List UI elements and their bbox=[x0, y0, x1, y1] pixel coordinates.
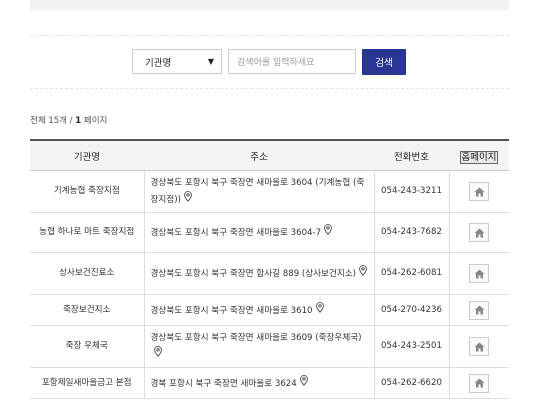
summary-prefix: 전체 15개 / bbox=[30, 116, 76, 126]
homepage-cell bbox=[449, 170, 509, 213]
facility-phone: 054-243-7682 bbox=[374, 212, 450, 253]
address-text: 경상북도 포항시 북구 죽장면 새마을로 3609 (죽장우체국) bbox=[150, 332, 362, 343]
facility-phone: 054-243-3211 bbox=[374, 170, 450, 213]
address-text: 경상북도 포항시 북구 죽장면 새마을로 3610 bbox=[150, 305, 313, 316]
table-row: 죽장보건지소 경상북도 포항시 북구 죽장면 새마을로 3610 054-270-4… bbox=[30, 294, 509, 326]
facility-phone: 054-243-2501 bbox=[374, 325, 450, 368]
divider bbox=[30, 88, 509, 89]
table-row: 상사보건진료소 경상북도 포항시 북구 죽장면 합사길 889 (상사보건지소) 0… bbox=[30, 252, 509, 295]
search-placeholder: 검색어를 입력하세요 bbox=[237, 58, 315, 68]
table-row: 농협 하나로 마트 죽장지점 경상북도 포항시 북구 죽장면 새마을로 3604-… bbox=[30, 212, 509, 253]
home-icon[interactable] bbox=[469, 337, 490, 356]
facility-address: 경상북도 포항시 북구 죽장면 새마을로 3609 (죽장우체국) bbox=[143, 325, 375, 368]
facility-address: 경상북도 포항시 북구 죽장면 새마을로 3610 bbox=[143, 294, 375, 326]
homepage-cell bbox=[449, 252, 509, 295]
facility-name: 농협 하나로 마트 죽장지점 bbox=[30, 212, 144, 253]
top-panel bbox=[30, 0, 509, 10]
facility-address: 경상북도 포항시 북구 죽장면 새마을로 3604-7 bbox=[143, 212, 375, 253]
result-summary: 전체 15개 / 1 페이지 bbox=[30, 114, 107, 126]
homepage-cell bbox=[449, 325, 509, 368]
search-input[interactable]: 검색어를 입력하세요 bbox=[228, 49, 356, 74]
chevron-down-icon: ▼ bbox=[207, 57, 214, 66]
home-icon[interactable] bbox=[469, 264, 490, 283]
home-icon[interactable] bbox=[469, 300, 490, 320]
facility-address: 경북 포항시 북구 죽장면 새마을로 3624 bbox=[143, 367, 375, 399]
facility-phone: 054-262-6620 bbox=[374, 367, 450, 399]
facility-table: 기관명 주소 전화번호 홈페이지 기계농협 죽장지점 경상북도 포항시 북구 죽장… bbox=[30, 139, 509, 399]
map-pin-icon[interactable] bbox=[299, 374, 308, 392]
facility-phone: 054-262-6081 bbox=[374, 252, 450, 295]
address-text: 경북 포항시 북구 죽장면 새마을로 3624 bbox=[150, 378, 297, 389]
search-button[interactable]: 검색 bbox=[362, 48, 406, 75]
homepage-cell bbox=[449, 367, 509, 399]
home-icon[interactable] bbox=[469, 373, 490, 393]
map-pin-icon[interactable] bbox=[315, 301, 324, 319]
address-text: 경상북도 포항시 북구 죽장면 새마을로 3604-7 bbox=[150, 228, 322, 238]
table-row: 포항제일새마을금고 본점 경북 포항시 북구 죽장면 새마을로 3624 054-2… bbox=[30, 367, 509, 399]
divider bbox=[30, 35, 509, 36]
facility-name: 기계농협 죽장지점 bbox=[30, 170, 144, 213]
table-row: 기계농협 죽장지점 경상북도 포항시 북구 죽장면 새마을로 3604 (기계농협… bbox=[30, 170, 509, 213]
facility-address: 경상북도 포항시 북구 죽장면 새마을로 3604 (기계농협 (죽장지점)) bbox=[143, 170, 375, 213]
header-homepage: 홈페이지 bbox=[449, 139, 509, 171]
header-address: 주소 bbox=[144, 139, 374, 171]
facility-name: 죽장 우체국 bbox=[30, 325, 144, 368]
map-pin-icon[interactable] bbox=[359, 265, 367, 282]
facility-name: 포항제일새마을금고 본점 bbox=[30, 367, 144, 399]
map-pin-icon[interactable] bbox=[153, 345, 162, 363]
address-text: 경상북도 포항시 북구 죽장면 새마을로 3604 (기계농협 (죽장지점)) bbox=[150, 177, 365, 205]
header-name: 기관명 bbox=[30, 139, 144, 171]
homepage-cell bbox=[449, 212, 509, 253]
header-homepage-label: 홈페이지 bbox=[459, 150, 499, 164]
address-text: 경상북도 포항시 북구 죽장면 합사길 889 (상사보건지소) bbox=[150, 269, 357, 279]
facility-name: 죽장보건지소 bbox=[30, 294, 144, 326]
table-header-row: 기관명 주소 전화번호 홈페이지 bbox=[30, 139, 509, 171]
facility-name: 상사보건진료소 bbox=[30, 252, 144, 295]
map-pin-icon[interactable] bbox=[184, 190, 192, 208]
summary-suffix: 페이지 bbox=[81, 116, 108, 126]
search-field-select[interactable]: 기관명 ▼ bbox=[132, 49, 222, 74]
homepage-cell bbox=[449, 294, 509, 326]
map-pin-icon[interactable] bbox=[324, 224, 332, 241]
home-icon[interactable] bbox=[469, 182, 490, 201]
facility-phone: 054-270-4236 bbox=[374, 294, 450, 326]
facility-address: 경상북도 포항시 북구 죽장면 합사길 889 (상사보건지소) bbox=[143, 252, 375, 295]
table-row: 죽장 우체국 경상북도 포항시 북구 죽장면 새마을로 3609 (죽장우체국) 0… bbox=[30, 325, 509, 368]
search-bar: 기관명 ▼ 검색어를 입력하세요 검색 bbox=[132, 48, 406, 75]
home-icon[interactable] bbox=[469, 223, 490, 242]
select-value: 기관명 bbox=[145, 57, 172, 69]
header-phone: 전화번호 bbox=[374, 139, 449, 171]
